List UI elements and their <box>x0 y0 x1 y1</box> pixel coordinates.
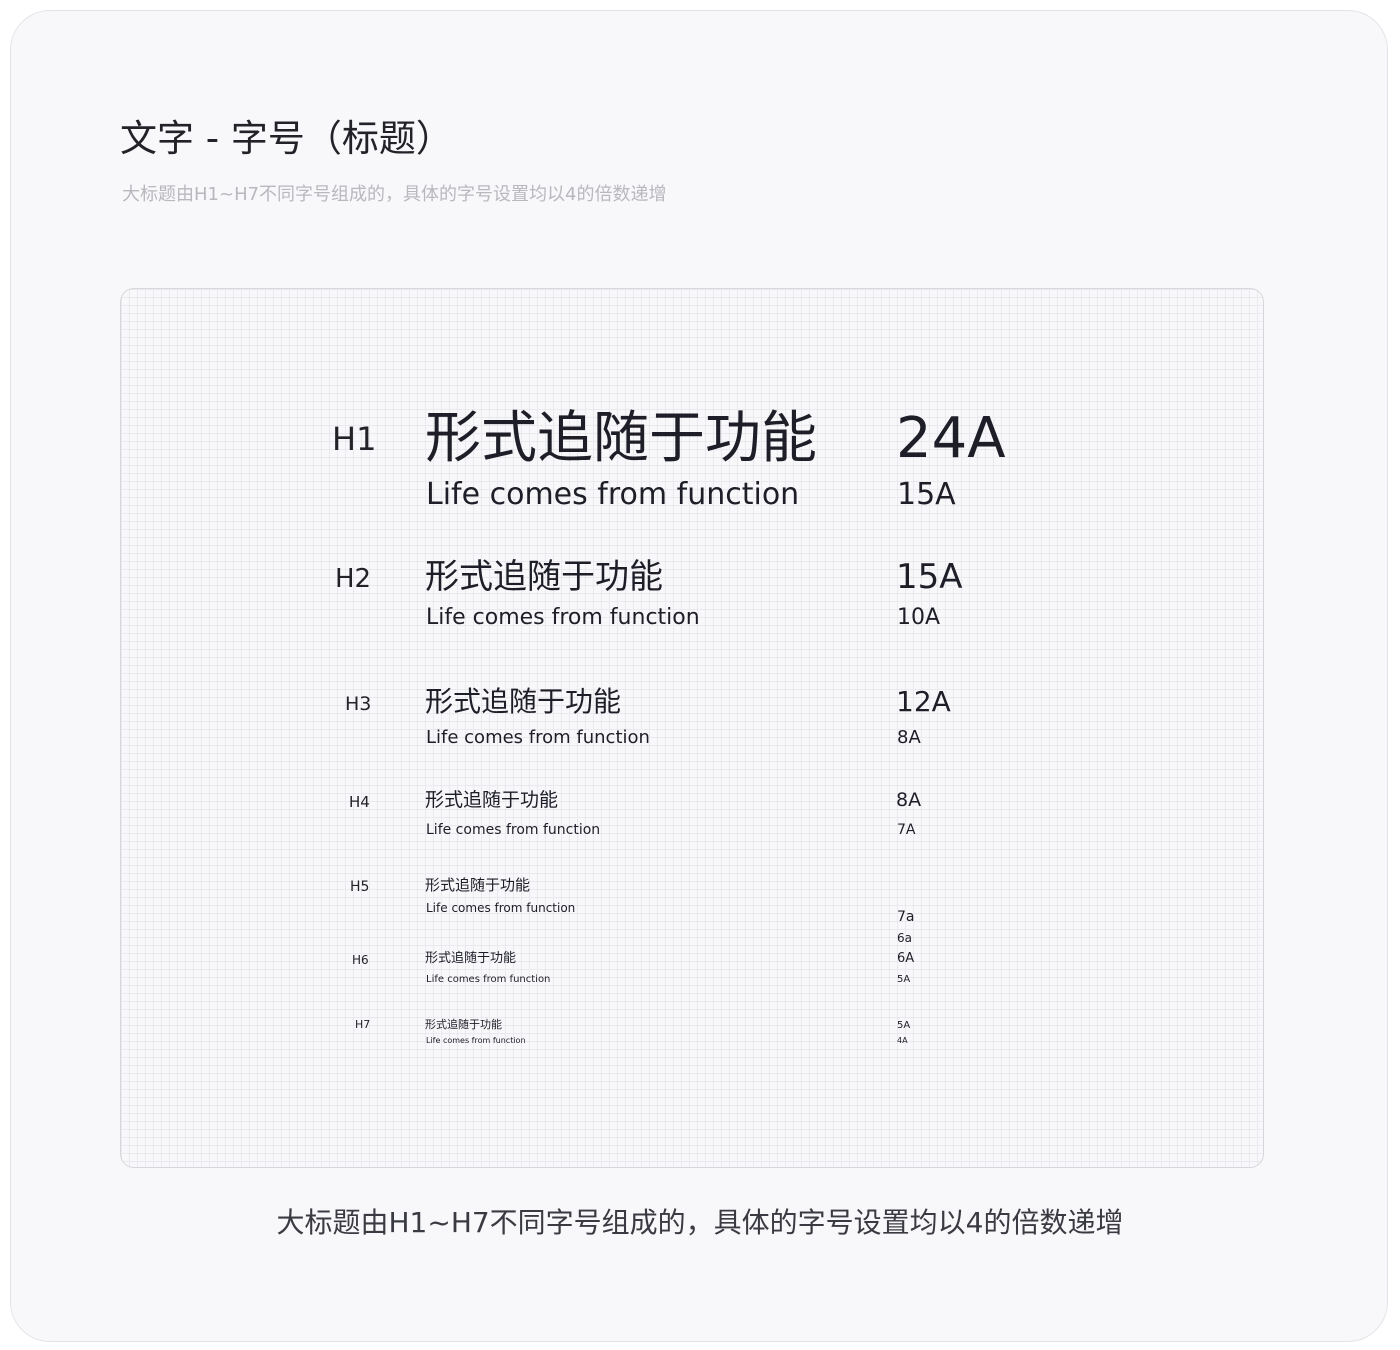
page-title: 文字 - 字号（标题） <box>120 117 453 160</box>
heading-sample-zh: 形式追随于功能 <box>425 406 817 471</box>
heading-sample-zh: 形式追随于功能 <box>425 685 622 718</box>
zh-size-value: 12A <box>896 685 951 718</box>
heading-sample-zh: 形式追随于功能 <box>425 1018 502 1031</box>
heading-sample-en: Life comes from function <box>426 477 800 512</box>
heading-level-label: H4 <box>349 793 370 811</box>
heading-sample-en: Life comes from function <box>426 1036 526 1045</box>
heading-level-label: H3 <box>345 693 372 715</box>
heading-level-label: H6 <box>352 953 369 967</box>
heading-sample-en: Life comes from function <box>426 974 551 985</box>
en-size-value: 7A <box>897 822 916 838</box>
heading-sample-zh: 形式追随于功能 <box>425 789 559 811</box>
heading-level-label: H1 <box>332 420 377 458</box>
en-size-value: 6a <box>897 931 912 945</box>
heading-sample-zh: 形式追随于功能 <box>425 557 663 597</box>
heading-level-label: H2 <box>335 564 372 594</box>
zh-size-value: 5A <box>897 1020 911 1031</box>
footer-caption: 大标题由H1~H7不同字号组成的，具体的字号设置均以4的倍数递增 <box>276 1206 1124 1239</box>
heading-level-label: H5 <box>350 879 370 895</box>
en-size-value: 10A <box>897 605 941 630</box>
en-size-value: 5A <box>897 974 911 985</box>
heading-sample-en: Life comes from function <box>426 727 650 748</box>
heading-sample-zh: 形式追随于功能 <box>425 876 531 894</box>
zh-size-value: 7a <box>897 909 915 925</box>
heading-sample-en: Life comes from function <box>426 901 576 915</box>
zh-size-value: 15A <box>896 557 963 597</box>
zh-size-value: 8A <box>896 789 922 811</box>
heading-level-label: H7 <box>355 1018 371 1031</box>
en-size-value: 15A <box>897 477 956 512</box>
zh-size-value: 24A <box>896 406 1006 471</box>
page-subtitle: 大标题由H1~H7不同字号组成的，具体的字号设置均以4的倍数递增 <box>122 184 667 205</box>
en-size-value: 4A <box>897 1036 908 1045</box>
zh-size-value: 6A <box>897 951 915 966</box>
heading-sample-en: Life comes from function <box>426 605 700 630</box>
en-size-value: 8A <box>897 727 921 748</box>
heading-sample-zh: 形式追随于功能 <box>425 951 517 966</box>
type-scale-panel: H1 形式追随于功能 Life comes from function 24A … <box>120 288 1264 1168</box>
heading-sample-en: Life comes from function <box>426 822 601 838</box>
